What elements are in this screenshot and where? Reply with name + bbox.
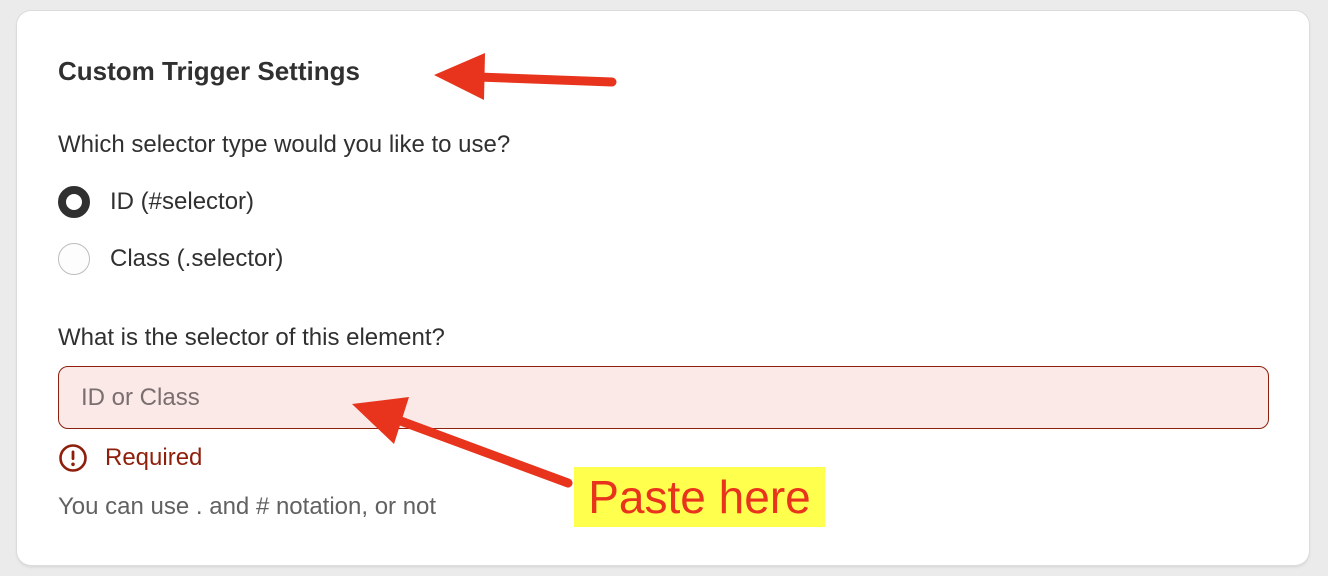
error-message: Required	[58, 443, 202, 473]
error-text: Required	[105, 444, 203, 471]
alert-circle-icon	[59, 444, 87, 472]
radio-option-class[interactable]: Class (.selector)	[58, 243, 283, 275]
selector-type-question: Which selector type would you like to us…	[58, 131, 511, 158]
help-text: You can use . and # notation, or not	[58, 493, 437, 520]
paste-here-callout: Paste here	[574, 467, 825, 527]
radio-button-class[interactable]	[58, 243, 90, 275]
selector-field-label: What is the selector of this element?	[58, 324, 445, 351]
radio-label-class: Class (.selector)	[110, 245, 284, 272]
card-title: Custom Trigger Settings	[58, 56, 360, 86]
selector-input[interactable]	[58, 366, 1269, 429]
radio-option-id[interactable]: ID (#selector)	[58, 186, 254, 218]
radio-label-id: ID (#selector)	[110, 188, 255, 215]
radio-button-id[interactable]	[58, 186, 90, 218]
